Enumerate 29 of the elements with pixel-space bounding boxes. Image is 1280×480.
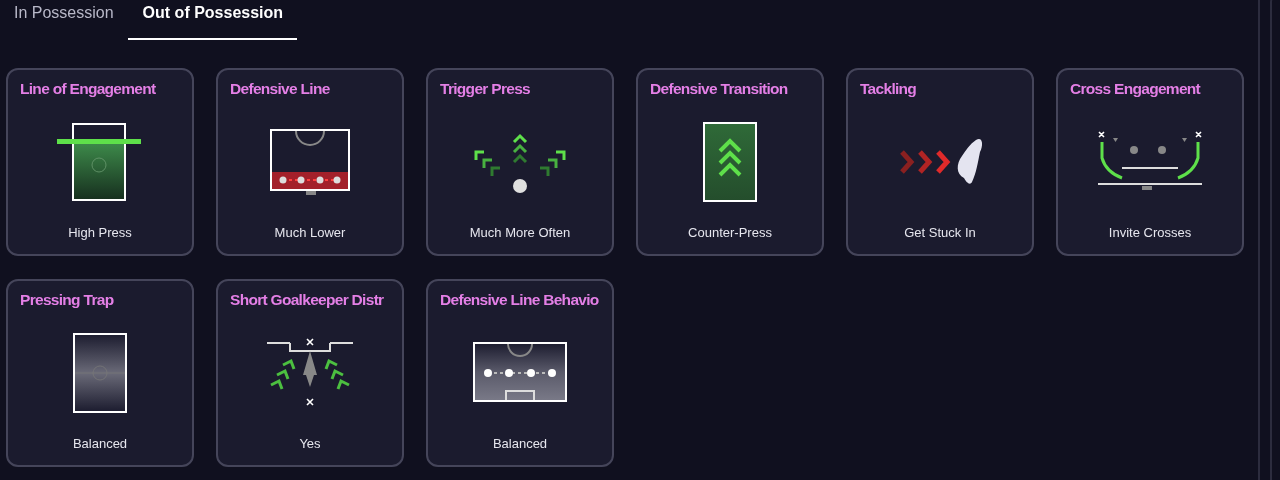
tactic-card[interactable]: Defensive Line Behavio Balanced: [426, 279, 614, 467]
card-title: Pressing Trap: [20, 291, 114, 309]
card-title: Line of Engagement: [20, 80, 156, 98]
tactic-card[interactable]: Defensive Transition Counter-Press: [636, 68, 824, 256]
card-value: Balanced: [492, 436, 549, 451]
card-title: Trigger Press: [440, 80, 530, 98]
tab[interactable]: Out of Possession: [127, 0, 298, 40]
tactic-card[interactable]: Short Goalkeeper Distr Yes: [216, 279, 404, 467]
tactic-card[interactable]: Line of Engagement High Press: [6, 68, 194, 256]
card-value: High Press: [68, 225, 133, 240]
tactic-card[interactable]: Defensive Line Much Lower: [216, 68, 404, 256]
card-value: Invite Crosses: [1108, 225, 1193, 240]
card-title: Defensive Line: [230, 80, 330, 98]
card-title: Defensive Line Behavio: [440, 291, 599, 309]
card-value: Balanced: [72, 436, 129, 451]
card-value: Much More Often: [469, 225, 572, 240]
card-title: Tackling: [860, 80, 917, 98]
card-title: Defensive Transition: [650, 80, 788, 98]
tactic-card[interactable]: Cross Engagement Invite Crosses: [1056, 68, 1244, 256]
tactic-card[interactable]: Trigger Press Much More Often: [426, 68, 614, 256]
card-title: Short Goalkeeper Distr: [230, 291, 384, 309]
card-value: Counter-Press: [688, 225, 773, 240]
card-title: Cross Engagement: [1070, 80, 1201, 98]
card-value: Get Stuck In: [904, 225, 977, 240]
tactic-card[interactable]: Pressing Trap Balanced: [6, 279, 194, 467]
card-value: Much Lower: [274, 225, 347, 240]
card-value: Yes: [299, 436, 322, 451]
tactic-card[interactable]: Tackling Get Stuck In: [846, 68, 1034, 256]
tab[interactable]: In Possession: [0, 0, 128, 40]
